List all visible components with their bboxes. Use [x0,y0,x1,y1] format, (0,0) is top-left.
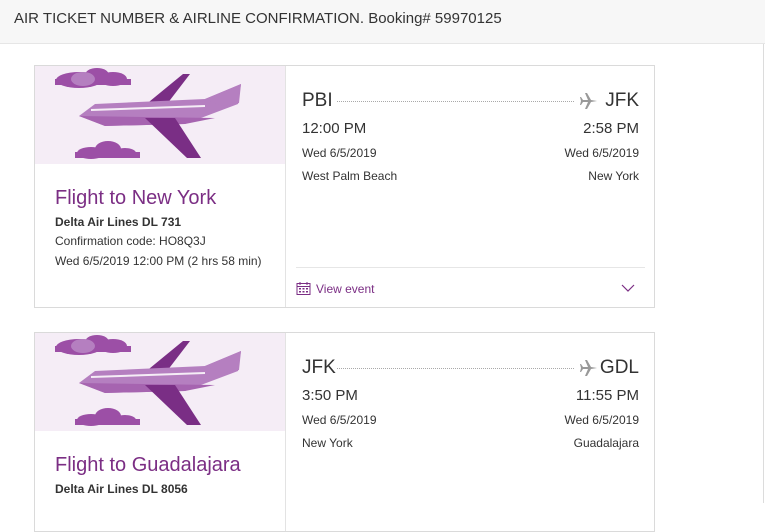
arrival-time: 2:58 PM [583,120,639,137]
page-title: AIR TICKET NUMBER & AIRLINE CONFIRMATION… [14,10,502,27]
arrival-time: 11:55 PM [575,387,639,404]
flight-banner [35,333,285,431]
departure-time: 3:50 PM [302,387,358,404]
departure-date: Wed 6/5/2019 [302,146,377,160]
flight-card: Flight to Guadalajara Delta Air Lines DL… [34,332,655,532]
origin-code: PBI [302,90,333,111]
chevron-down-icon[interactable] [620,282,636,294]
flight-summary: Flight to Guadalajara Delta Air Lines DL… [35,333,286,531]
plane-illustration-icon [55,335,241,426]
destination-city: New York [588,169,639,183]
view-event-link[interactable]: View event [296,281,374,296]
calendar-icon [296,282,311,295]
flight-datetime-duration: Wed 6/5/2019 12:00 PM (2 hrs 58 min) [55,254,262,268]
destination-city: Guadalajara [573,436,639,450]
airline-flight-number: Delta Air Lines DL 731 [55,215,182,229]
flight-title: Flight to Guadalajara [55,454,241,476]
panel-divider [763,44,764,503]
view-event-label: View event [316,281,375,296]
origin-city: West Palm Beach [302,169,398,183]
origin-city: New York [302,436,353,450]
airline-flight-number: Delta Air Lines DL 8056 [55,482,188,496]
flight-card: Flight to New York Delta Air Lines DL 73… [34,65,655,308]
flight-route: JFK GDL 3:50 PM 11:55 PM Wed 6/5/2019 We… [286,333,654,531]
plane-icon [580,360,597,376]
card-footer-divider [296,267,645,268]
header-bar: AIR TICKET NUMBER & AIRLINE CONFIRMATION… [0,0,765,44]
flight-route: PBI JFK 12:00 PM 2:58 PM Wed 6/5/2019 We… [286,66,654,307]
confirmation-code: Confirmation code: HO8Q3J [55,234,206,248]
plane-icon [580,93,597,109]
plane-illustration-icon [55,68,241,159]
route-line [337,368,574,369]
departure-time: 12:00 PM [302,120,367,137]
destination-code: GDL [599,357,639,378]
flight-title: Flight to New York [55,187,217,209]
flight-summary: Flight to New York Delta Air Lines DL 73… [35,66,286,307]
flight-banner [35,66,285,164]
arrival-date: Wed 6/5/2019 [564,413,639,427]
departure-date: Wed 6/5/2019 [302,413,377,427]
route-line [337,101,574,102]
origin-code: JFK [302,357,336,378]
arrival-date: Wed 6/5/2019 [564,146,639,160]
destination-code: JFK [605,90,639,111]
